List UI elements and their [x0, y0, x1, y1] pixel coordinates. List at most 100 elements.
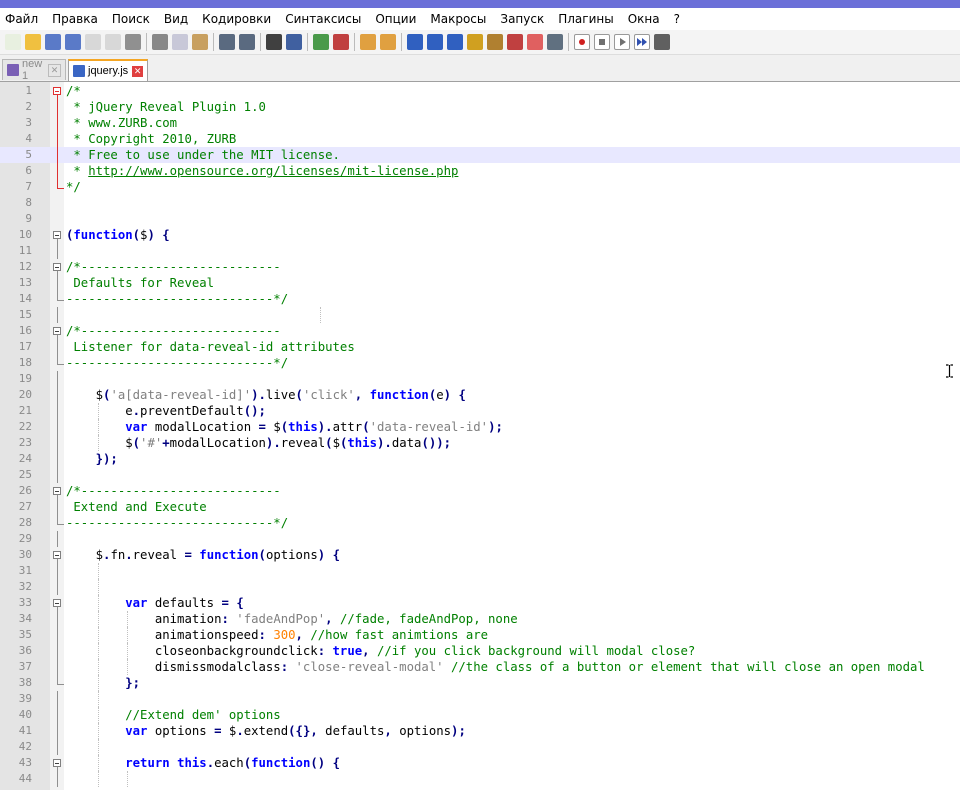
code-text[interactable]: * http://www.opensource.org/licenses/mit…: [66, 163, 458, 179]
code-text[interactable]: $.fn.reveal = function(options) {: [66, 547, 340, 563]
menu-item-9[interactable]: Плагины: [551, 12, 620, 26]
cut-icon[interactable]: [152, 34, 168, 50]
code-line[interactable]: 8: [0, 195, 960, 211]
code-line[interactable]: 13 Defaults for Reveal: [0, 275, 960, 291]
code-text[interactable]: animationspeed: 300, //how fast animtion…: [66, 627, 488, 643]
code-text[interactable]: (function($) {: [66, 227, 170, 243]
code-text[interactable]: Extend and Execute: [66, 499, 206, 515]
fold-toggle-icon[interactable]: [53, 263, 61, 271]
code-text[interactable]: * jQuery Reveal Plugin 1.0: [66, 99, 266, 115]
code-text[interactable]: /*: [66, 83, 81, 99]
code-line[interactable]: 41 var options = $.extend({}, defaults, …: [0, 723, 960, 739]
sync-vertical-icon[interactable]: [360, 34, 376, 50]
undo-icon[interactable]: [219, 34, 235, 50]
code-line[interactable]: 23 $('#'+modalLocation).reveal($(this).d…: [0, 435, 960, 451]
fold-toggle-icon[interactable]: [53, 759, 61, 767]
replace-icon[interactable]: [286, 34, 302, 50]
code-line[interactable]: 17 Listener for data-reveal-id attribute…: [0, 339, 960, 355]
code-text[interactable]: $('#'+modalLocation).reveal($(this).data…: [66, 435, 451, 451]
run-macro-multiple-icon[interactable]: [634, 34, 650, 50]
copy-icon[interactable]: [172, 34, 188, 50]
show-all-chars-icon[interactable]: [427, 34, 443, 50]
code-line[interactable]: 20 $('a[data-reveal-id]').live('click', …: [0, 387, 960, 403]
code-line[interactable]: 44: [0, 771, 960, 787]
code-line[interactable]: 33 var defaults = {: [0, 595, 960, 611]
close-icon[interactable]: [85, 34, 101, 50]
function-list-icon[interactable]: [507, 34, 523, 50]
code-line[interactable]: 14 ----------------------------*/: [0, 291, 960, 307]
code-text[interactable]: ----------------------------*/: [66, 515, 288, 531]
menu-item-1[interactable]: Правка: [45, 12, 105, 26]
code-line[interactable]: 36 closeonbackgroundclick: true, //if yo…: [0, 643, 960, 659]
code-line[interactable]: 16 /*---------------------------: [0, 323, 960, 339]
code-text[interactable]: e.preventDefault();: [66, 403, 266, 419]
save-macro-icon[interactable]: [654, 34, 670, 50]
code-line[interactable]: 24 });: [0, 451, 960, 467]
user-lang-icon[interactable]: [467, 34, 483, 50]
code-line[interactable]: 15: [0, 307, 960, 323]
play-macro-icon[interactable]: [614, 34, 630, 50]
code-lines[interactable]: 1/* 2 * jQuery Reveal Plugin 1.0 3 * www.Z…: [0, 83, 960, 787]
code-line[interactable]: 26 /*---------------------------: [0, 483, 960, 499]
code-text[interactable]: };: [66, 675, 140, 691]
code-line[interactable]: 12 /*---------------------------: [0, 259, 960, 275]
tab-jquery-js[interactable]: jquery.js ✕: [68, 59, 148, 81]
word-wrap-icon[interactable]: [407, 34, 423, 50]
save-icon[interactable]: [45, 34, 61, 50]
code-line[interactable]: 25: [0, 467, 960, 483]
new-file-icon[interactable]: [5, 34, 21, 50]
code-line[interactable]: 22 var modalLocation = $(this).attr('dat…: [0, 419, 960, 435]
paste-icon[interactable]: [192, 34, 208, 50]
code-line[interactable]: 37 dismissmodalclass: 'close-reveal-moda…: [0, 659, 960, 675]
code-text[interactable]: Defaults for Reveal: [66, 275, 214, 291]
monitor-icon[interactable]: [547, 34, 563, 50]
code-line[interactable]: 31: [0, 563, 960, 579]
code-line[interactable]: 28 ----------------------------*/: [0, 515, 960, 531]
sync-horizontal-icon[interactable]: [380, 34, 396, 50]
find-icon[interactable]: [266, 34, 282, 50]
save-all-icon[interactable]: [65, 34, 81, 50]
code-text[interactable]: ----------------------------*/: [66, 291, 288, 307]
code-line[interactable]: 39: [0, 691, 960, 707]
zoom-in-icon[interactable]: [313, 34, 329, 50]
fold-toggle-icon[interactable]: [53, 231, 61, 239]
fold-toggle-icon[interactable]: [53, 487, 61, 495]
menu-item-10[interactable]: Окна: [621, 12, 667, 26]
close-icon[interactable]: ✕: [132, 65, 144, 77]
stop-macro-icon[interactable]: [594, 34, 610, 50]
fold-toggle-icon[interactable]: [53, 87, 61, 95]
code-text[interactable]: $('a[data-reveal-id]').live('click', fun…: [66, 387, 466, 403]
menu-item-7[interactable]: Макросы: [423, 12, 493, 26]
code-text[interactable]: * www.ZURB.com: [66, 115, 177, 131]
menu-item-5[interactable]: Синтаксисы: [278, 12, 368, 26]
print-icon[interactable]: [125, 34, 141, 50]
code-text[interactable]: ----------------------------*/: [66, 355, 288, 371]
menu-item-0[interactable]: Файл: [0, 12, 45, 26]
code-text[interactable]: /*---------------------------: [66, 323, 281, 339]
code-line[interactable]: 1 /*: [0, 83, 960, 99]
record-macro-icon[interactable]: [574, 34, 590, 50]
code-line[interactable]: 6 * http://www.opensource.org/licenses/m…: [0, 163, 960, 179]
zoom-out-icon[interactable]: [333, 34, 349, 50]
fold-toggle-icon[interactable]: [53, 599, 61, 607]
code-line[interactable]: 32: [0, 579, 960, 595]
folder-workspace-icon[interactable]: [527, 34, 543, 50]
code-text[interactable]: var modalLocation = $(this).attr('data-r…: [66, 419, 503, 435]
open-file-icon[interactable]: [25, 34, 41, 50]
menu-item-4[interactable]: Кодировки: [195, 12, 278, 26]
redo-icon[interactable]: [239, 34, 255, 50]
code-line[interactable]: 4 * Copyright 2010, ZURB: [0, 131, 960, 147]
code-editor[interactable]: 1/* 2 * jQuery Reveal Plugin 1.0 3 * www.Z…: [0, 82, 960, 790]
code-text[interactable]: closeonbackgroundclick: true, //if you c…: [66, 643, 696, 659]
code-text[interactable]: */: [66, 179, 81, 195]
code-line[interactable]: 40 //Extend dem' options: [0, 707, 960, 723]
code-line[interactable]: 38 };: [0, 675, 960, 691]
code-line[interactable]: 3 * www.ZURB.com: [0, 115, 960, 131]
code-text[interactable]: dismissmodalclass: 'close-reveal-modal' …: [66, 659, 925, 675]
code-line[interactable]: 5 * Free to use under the MIT license.: [0, 147, 960, 163]
code-text[interactable]: return this.each(function() {: [66, 755, 340, 771]
code-line[interactable]: 10 (function($) {: [0, 227, 960, 243]
code-line[interactable]: 30 $.fn.reveal = function(options) {: [0, 547, 960, 563]
code-line[interactable]: 2 * jQuery Reveal Plugin 1.0: [0, 99, 960, 115]
fold-toggle-icon[interactable]: [53, 327, 61, 335]
